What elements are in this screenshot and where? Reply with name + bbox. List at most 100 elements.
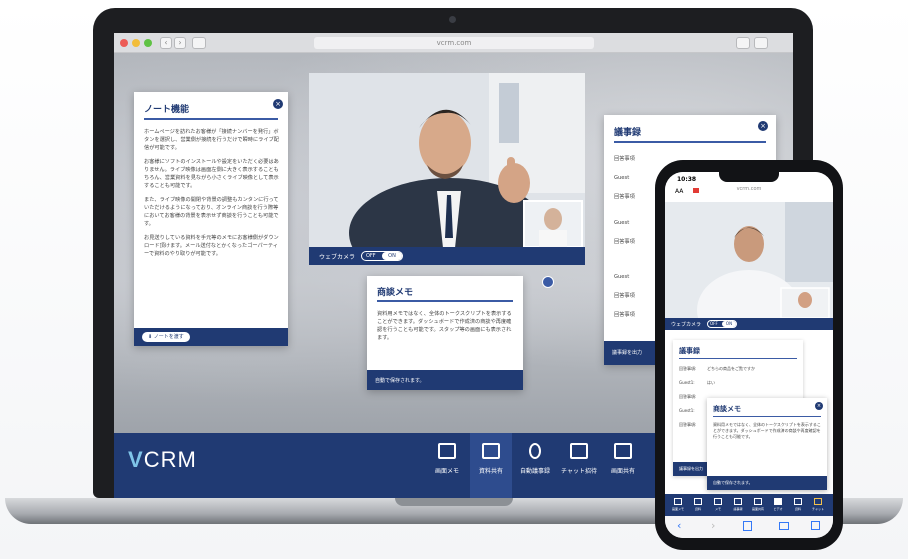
- phone-tab-bar: 画面メモ 資料 メモ 議事録 画面共有 ビデオ 資料 チャット: [665, 494, 833, 516]
- tab-screen-memo[interactable]: 画面メモ: [426, 433, 468, 498]
- phone-memo-panel: 商談メモ × 資料用メモではなく、全体のトークスクリプトを表示することができます…: [707, 398, 827, 490]
- tabs-icon[interactable]: [754, 37, 768, 49]
- memo-icon: [438, 443, 456, 459]
- video-controls: ウェブカメラ OFF ON: [309, 247, 585, 265]
- product-showcase: ‹ › vcrm.com ノート機能 × ホームページを訪れたお客様が「接続ナン…: [0, 0, 908, 559]
- chat-icon: [714, 498, 722, 505]
- note-paragraph: お客様にソフトのインストールや設定をいただく必要はありません。ライブ映像は画面左…: [144, 159, 279, 189]
- phone-tab[interactable]: 画面メモ: [669, 498, 687, 511]
- phone-memo-body[interactable]: 資料用メモではなく、全体のトークスクリプトを表示することができます。ダッシュボー…: [713, 422, 821, 440]
- note-panel-footer: ⬇ ノートを渡す: [134, 328, 288, 346]
- phone-export-minutes-button[interactable]: 議事録を出力: [679, 466, 703, 472]
- video-icon: [774, 498, 782, 505]
- note-panel-title: ノート機能: [144, 105, 190, 115]
- close-window-icon[interactable]: [120, 39, 128, 47]
- phone-minutes-row: 回答事項: どちらの商品をご覧ですか: [679, 366, 797, 380]
- divider: [679, 358, 797, 359]
- toggle-on-label: ON: [382, 252, 402, 260]
- document-icon: [694, 498, 702, 505]
- back-icon[interactable]: ‹: [677, 519, 681, 532]
- chat-bubble-icon: [814, 498, 822, 505]
- phone-tab[interactable]: 議事録: [729, 498, 747, 511]
- phone-tab[interactable]: チャット: [809, 498, 827, 511]
- logo-text: CRM: [143, 447, 197, 472]
- tab-label: チャット招待: [561, 468, 597, 475]
- close-icon[interactable]: ×: [758, 121, 768, 131]
- phone-webcam-toggle[interactable]: OFF ON: [707, 320, 737, 328]
- back-button[interactable]: ‹: [160, 37, 172, 49]
- browser-toolbar: ‹ › vcrm.com: [114, 33, 793, 53]
- phone-tab[interactable]: 資料: [789, 498, 807, 511]
- phone-tab-label: 資料: [794, 507, 801, 511]
- note-paragraph: お見送りしている資料を手元等のメモにお客様側がダウンロード頂けます。メール送付な…: [144, 235, 279, 257]
- share-icon[interactable]: [743, 521, 752, 531]
- minutes-panel-title: 議事録: [614, 128, 642, 138]
- row-key: 回答事項:: [679, 366, 697, 371]
- phone-screen: 10:38 AA vcrm.com ウェブカメラ OFF ON 議事録 回答事項…: [665, 172, 833, 538]
- microphone-icon: [734, 498, 742, 505]
- vcrm-logo: VCRM: [128, 447, 197, 473]
- note-body: ホームページを訪れたお客様が「接続ナンバーを発行」ボタンを選択し、営業側が接続を…: [144, 128, 280, 258]
- video-feed: [309, 73, 585, 265]
- monitor-icon: [614, 443, 632, 459]
- divider: [614, 141, 766, 143]
- memo-panel-footer: 自動で保存されます。: [367, 370, 523, 390]
- phone-video-illustration: [665, 202, 833, 350]
- url-bar[interactable]: vcrm.com: [314, 37, 594, 49]
- phone-time: 10:38: [677, 176, 697, 183]
- note-panel: ノート機能 × ホームページを訪れたお客様が「接続ナンバーを発行」ボタンを選択し…: [134, 92, 288, 346]
- toggle-off-label: OFF: [366, 253, 376, 259]
- note-paragraph: ホームページを訪れたお客様が「接続ナンバーを発行」ボタンを選択し、営業側が接続を…: [144, 129, 279, 151]
- tab-document-share[interactable]: 資料共有: [470, 433, 512, 498]
- tab-label: 画面メモ: [434, 468, 459, 475]
- memo-body[interactable]: 資料用メモではなく、全体のトークスクリプトを表示することができます。ダッシュボー…: [377, 310, 513, 342]
- laptop-notch: [395, 498, 513, 506]
- share-icon[interactable]: [736, 37, 750, 49]
- phone-tab-label: チャット: [812, 507, 824, 511]
- phone-tab-label: 資料: [694, 507, 701, 511]
- phone-url-bar[interactable]: vcrm.com: [665, 186, 833, 192]
- tabs-icon[interactable]: [811, 521, 820, 530]
- minimize-window-icon[interactable]: [132, 39, 140, 47]
- send-note-button[interactable]: ⬇ ノートを渡す: [142, 332, 190, 342]
- row-key: Guest1:: [679, 408, 695, 413]
- forward-icon[interactable]: ›: [711, 519, 715, 532]
- phone-tab-label: 画面共有: [751, 507, 764, 511]
- phone-toggle-on: ON: [722, 321, 736, 327]
- tab-auto-minutes[interactable]: 自動議事録: [514, 433, 556, 498]
- row-key: Guest1:: [679, 380, 695, 385]
- tab-chat-invite[interactable]: チャット招待: [558, 433, 600, 498]
- phone-tab-label: メモ: [714, 507, 721, 511]
- send-note-label: ノートを渡す: [153, 334, 184, 340]
- divider: [377, 300, 513, 302]
- hand-pointer-icon[interactable]: [542, 276, 554, 288]
- note-paragraph: また、ライブ映像の開閉や背景の調整もカンタンに行っていただけるようになっており、…: [144, 197, 279, 227]
- document-icon: [482, 443, 500, 459]
- monitor-icon: [754, 498, 762, 505]
- maximize-window-icon[interactable]: [144, 39, 152, 47]
- memo-panel-title: 商談メモ: [377, 288, 414, 298]
- export-minutes-button[interactable]: 議事録を出力: [612, 349, 642, 356]
- webcam-label: ウェブカメラ: [319, 254, 356, 261]
- close-icon[interactable]: ×: [815, 402, 823, 410]
- webcam-toggle[interactable]: OFF ON: [361, 251, 403, 261]
- phone-tab[interactable]: ビデオ: [769, 498, 787, 511]
- phone-memo-footer: 自動で保存されます。: [707, 476, 827, 490]
- forward-button[interactable]: ›: [174, 37, 186, 49]
- video-illustration: [309, 73, 585, 265]
- close-icon[interactable]: ×: [273, 99, 283, 109]
- phone-browser-toolbar: ‹ ›: [665, 516, 833, 538]
- tab-screen-share[interactable]: 画面共有: [602, 433, 644, 498]
- phone-autosave-status: 自動で保存されます。: [713, 480, 753, 485]
- phone-tab[interactable]: 資料: [689, 498, 707, 511]
- divider: [144, 118, 278, 120]
- phone-tab[interactable]: メモ: [709, 498, 727, 511]
- phone-webcam-label: ウェブカメラ: [671, 322, 702, 328]
- memo-panel: 商談メモ 資料用メモではなく、全体のトークスクリプトを表示することができます。ダ…: [367, 276, 523, 390]
- phone-tab[interactable]: 画面共有: [749, 498, 767, 511]
- microphone-icon: [529, 443, 541, 459]
- sidebar-icon[interactable]: [192, 37, 206, 49]
- bookmarks-icon[interactable]: [779, 522, 789, 530]
- row-key: 回答事項:: [679, 394, 697, 399]
- divider: [713, 416, 821, 417]
